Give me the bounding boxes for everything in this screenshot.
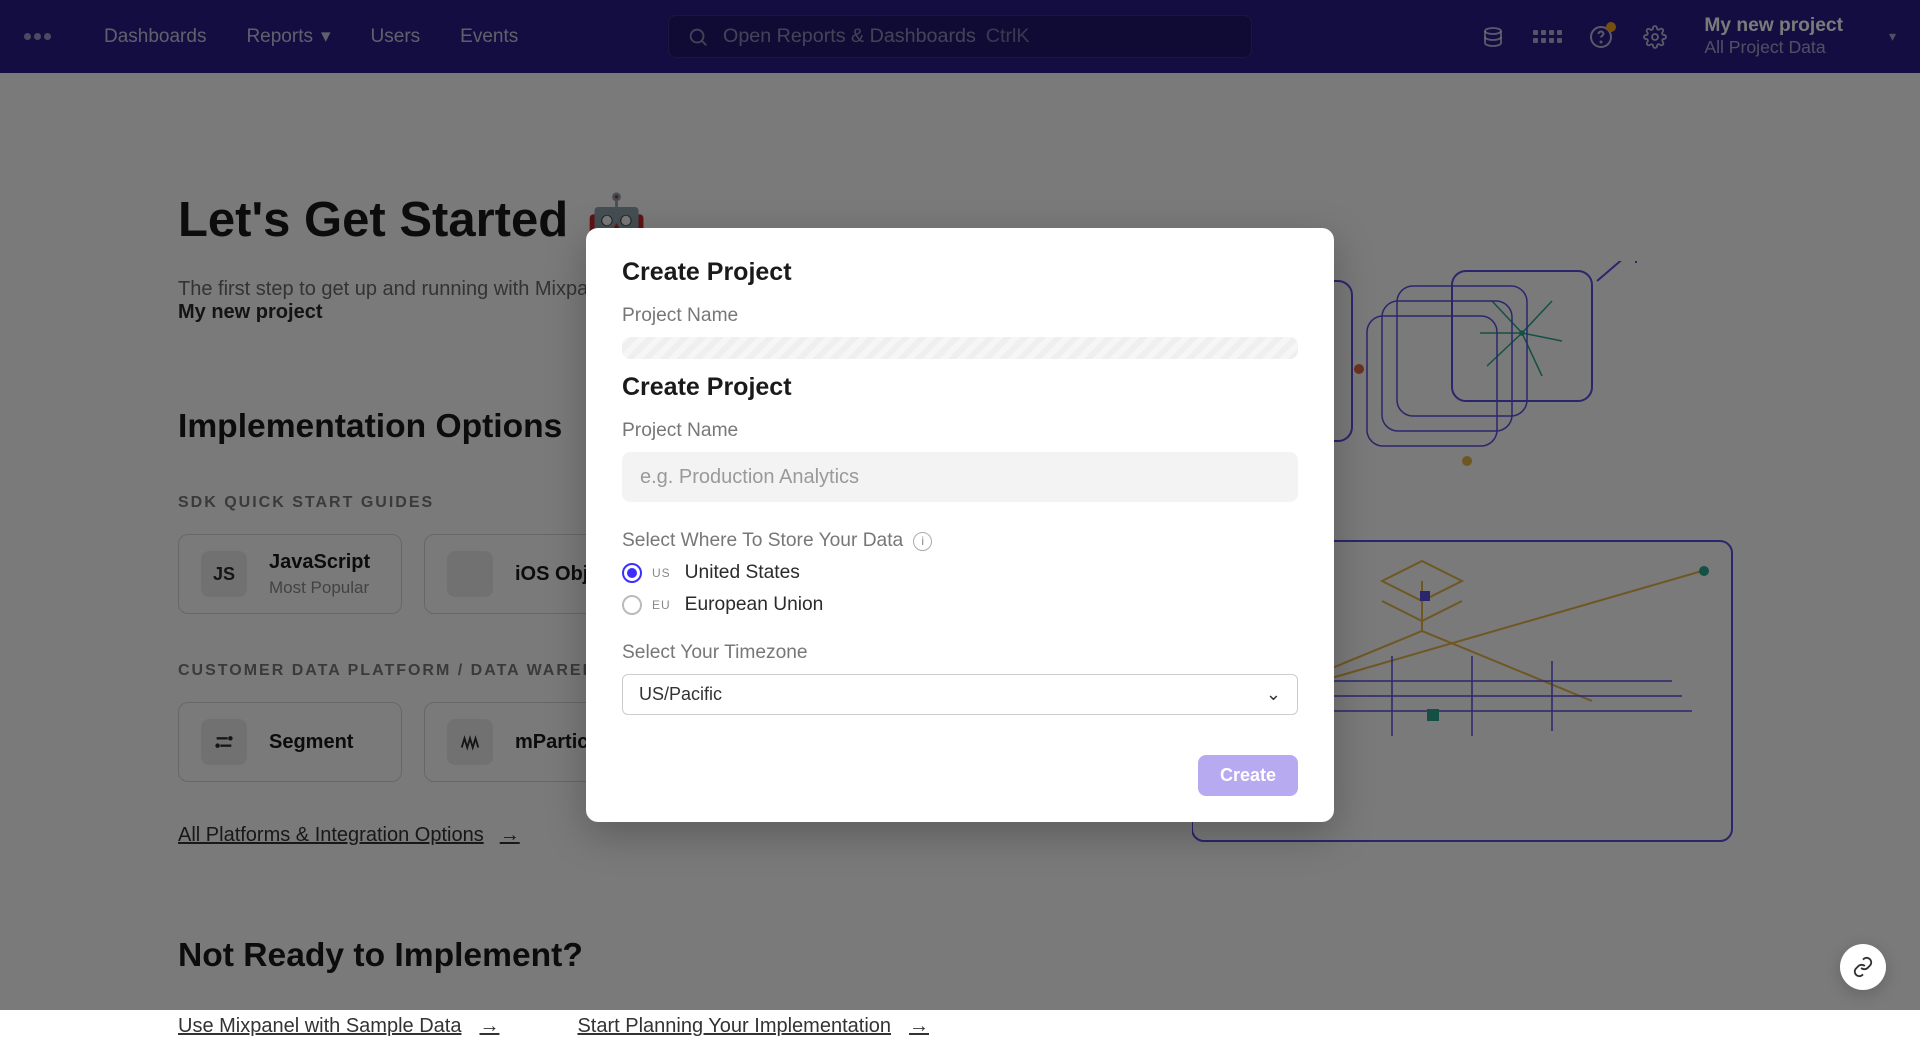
project-name-input-ghost [622, 337, 1298, 359]
project-name-input[interactable] [622, 452, 1298, 502]
radio-unselected-icon [622, 595, 642, 615]
modal-title: Create Project [622, 373, 1298, 402]
planning-link[interactable]: Start Planning Your Implementation→ [577, 1015, 929, 1038]
region-code: EU [652, 598, 671, 612]
create-project-modal: Create Project Project Name Create Proje… [586, 228, 1334, 822]
link-icon [1852, 956, 1874, 978]
timezone-value: US/Pacific [639, 684, 722, 705]
sample-data-link[interactable]: Use Mixpanel with Sample Data→ [178, 1015, 499, 1038]
create-button[interactable]: Create [1198, 755, 1298, 796]
timezone-select[interactable]: US/Pacific ⌄ [622, 674, 1298, 715]
region-code: US [652, 566, 671, 580]
chevron-down-icon: ⌄ [1266, 684, 1281, 705]
project-name-label: Project Name [622, 305, 1298, 327]
info-icon[interactable]: i [913, 532, 932, 551]
radio-selected-icon [622, 563, 642, 583]
timezone-label: Select Your Timezone [622, 642, 1298, 664]
arrow-right-icon: → [909, 1015, 929, 1038]
region-us-radio[interactable]: US United States [622, 562, 1298, 584]
region-name: United States [685, 562, 800, 584]
region-eu-radio[interactable]: EU European Union [622, 594, 1298, 616]
data-location-label: Select Where To Store Your Data i [622, 530, 1298, 552]
project-name-label: Project Name [622, 420, 1298, 442]
arrow-right-icon: → [479, 1015, 499, 1038]
modal-title: Create Project [622, 258, 1298, 287]
link-fab[interactable] [1840, 944, 1886, 990]
region-name: European Union [685, 594, 824, 616]
